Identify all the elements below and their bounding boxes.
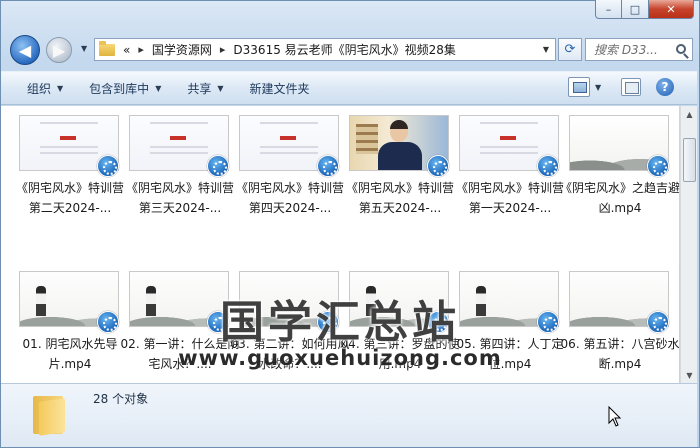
maximize-button[interactable]: □ bbox=[622, 0, 649, 19]
file-grid: 《阴宅风水》特训营 第二天2024-... 《阴宅风水》特训营 第三天2024-… bbox=[15, 115, 679, 383]
file-name: 《阴宅风水》特训营 第五天2024-... bbox=[345, 181, 454, 215]
refresh-button[interactable]: ⟳ bbox=[558, 38, 582, 61]
file-item[interactable]: 《阴宅风水》之趋吉避凶.mp4 bbox=[560, 115, 679, 241]
file-name: 《阴宅风水》特训营 第一天2024-... bbox=[455, 181, 564, 215]
new-folder-button[interactable]: 新建文件夹 bbox=[250, 80, 310, 97]
file-item[interactable]: 《阴宅风水》特训营 第二天2024-... bbox=[15, 115, 125, 241]
organize-label: 组织 bbox=[27, 81, 52, 96]
breadcrumb-current[interactable]: D33615 易云老师《阴宅风水》视频28集 bbox=[233, 41, 456, 58]
file-name: 05. 第四讲：人丁定位.mp4 bbox=[456, 337, 564, 371]
chevron-down-icon: ▼ bbox=[217, 83, 224, 93]
file-name: 01. 阴宅风水先导片.mp4 bbox=[22, 337, 118, 371]
media-player-icon bbox=[537, 155, 559, 177]
forward-button[interactable]: ▶ bbox=[46, 37, 72, 63]
media-player-icon bbox=[317, 311, 339, 333]
vertical-scrollbar[interactable]: ▲ ▼ bbox=[680, 106, 697, 383]
file-name: 02. 第一讲：什么是阴宅风水？.... bbox=[120, 337, 240, 371]
details-pane: 28 个对象 bbox=[1, 383, 697, 447]
scrollbar-thumb[interactable] bbox=[683, 138, 696, 182]
file-name: 《阴宅风水》特训营 第二天2024-... bbox=[15, 181, 124, 215]
media-player-icon bbox=[647, 311, 669, 333]
file-list[interactable]: 《阴宅风水》特训营 第二天2024-... 《阴宅风水》特训营 第三天2024-… bbox=[1, 106, 679, 383]
file-item[interactable]: 04. 第三讲：罗盘的使用.mp4 bbox=[341, 271, 459, 383]
mouse-cursor-icon bbox=[608, 406, 622, 427]
media-player-icon bbox=[317, 155, 339, 177]
media-player-icon bbox=[647, 155, 669, 177]
share-label: 共享 bbox=[187, 81, 212, 96]
file-item[interactable]: 02. 第一讲：什么是阴宅风水？.... bbox=[121, 271, 239, 383]
search-box[interactable] bbox=[585, 38, 693, 61]
item-count: 28 个对象 bbox=[93, 392, 149, 406]
media-player-icon bbox=[427, 311, 449, 333]
recent-pages-dropdown[interactable]: ▼ bbox=[81, 44, 87, 53]
file-item[interactable]: 01. 阴宅风水先导片.mp4 bbox=[15, 271, 125, 383]
command-bar: 组织 ▼ 包含到库中 ▼ 共享 ▼ 新建文件夹 ▼ ? bbox=[1, 71, 697, 105]
media-player-icon bbox=[537, 311, 559, 333]
file-item[interactable]: 03. 第二讲：如何用风水改命？.... bbox=[231, 271, 349, 383]
file-item[interactable]: 《阴宅风水》特训营 第一天2024-... bbox=[455, 115, 565, 241]
media-player-icon bbox=[97, 311, 119, 333]
refresh-icon: ⟳ bbox=[564, 42, 576, 57]
minimize-button[interactable]: – bbox=[595, 0, 622, 19]
caption-buttons: – □ ✕ bbox=[595, 0, 694, 19]
folder-icon bbox=[31, 392, 65, 436]
scroll-up-icon[interactable]: ▲ bbox=[682, 106, 697, 122]
arrow-right-icon: ▶ bbox=[52, 40, 66, 60]
arrow-left-icon: ◀ bbox=[18, 40, 32, 60]
scroll-down-icon[interactable]: ▼ bbox=[682, 367, 697, 383]
file-item[interactable]: 06. 第五讲：八宫砂水断.mp4 bbox=[561, 271, 679, 383]
file-name: 《阴宅风水》之趋吉避凶.mp4 bbox=[559, 181, 679, 215]
folder-icon bbox=[99, 40, 115, 56]
file-item[interactable]: 05. 第四讲：人丁定位.mp4 bbox=[455, 271, 565, 383]
view-dropdown-icon[interactable]: ▼ bbox=[595, 83, 601, 92]
include-library-label: 包含到库中 bbox=[89, 81, 150, 96]
chevron-down-icon: ▼ bbox=[57, 83, 64, 93]
close-button[interactable]: ✕ bbox=[649, 0, 694, 19]
change-view-button[interactable] bbox=[568, 77, 590, 97]
file-item[interactable]: 《阴宅风水》特训营 第三天2024-... bbox=[125, 115, 235, 241]
preview-pane-button[interactable] bbox=[621, 78, 641, 96]
file-name: 《阴宅风水》特训营 第三天2024-... bbox=[125, 181, 234, 215]
include-in-library-menu[interactable]: 包含到库中 ▼ bbox=[89, 80, 161, 97]
media-player-icon bbox=[207, 311, 229, 333]
file-item[interactable]: 《阴宅风水》特训营 第四天2024-... bbox=[235, 115, 345, 241]
chevron-right-icon[interactable]: ▸ bbox=[220, 43, 226, 56]
back-button[interactable]: ◀ bbox=[10, 35, 40, 65]
chevron-down-icon: ▼ bbox=[155, 83, 162, 93]
help-icon[interactable]: ? bbox=[656, 78, 674, 96]
file-name: 06. 第五讲：八宫砂水断.mp4 bbox=[560, 337, 679, 371]
breadcrumb-root[interactable]: 国学资源网 bbox=[152, 41, 212, 58]
address-prefix[interactable]: « bbox=[123, 43, 130, 57]
share-menu[interactable]: 共享 ▼ bbox=[187, 80, 223, 97]
file-item[interactable]: 《阴宅风水》特训营 第五天2024-... bbox=[345, 115, 455, 241]
file-name: 04. 第三讲：罗盘的使用.mp4 bbox=[340, 337, 460, 371]
file-name: 《阴宅风水》特训营 第四天2024-... bbox=[235, 181, 344, 215]
media-player-icon bbox=[97, 155, 119, 177]
search-icon[interactable] bbox=[676, 44, 686, 54]
media-player-icon bbox=[207, 155, 229, 177]
file-name: 03. 第二讲：如何用风水改命？.... bbox=[230, 337, 350, 371]
organize-menu[interactable]: 组织 ▼ bbox=[27, 80, 63, 97]
media-player-icon bbox=[427, 155, 449, 177]
new-folder-label: 新建文件夹 bbox=[249, 81, 310, 96]
chevron-right-icon[interactable]: ▸ bbox=[138, 43, 144, 56]
search-input[interactable] bbox=[594, 42, 674, 57]
address-bar[interactable]: « ▸ 国学资源网 ▸ D33615 易云老师《阴宅风水》视频28集 ▼ bbox=[94, 38, 556, 61]
address-dropdown-icon[interactable]: ▼ bbox=[543, 45, 549, 54]
